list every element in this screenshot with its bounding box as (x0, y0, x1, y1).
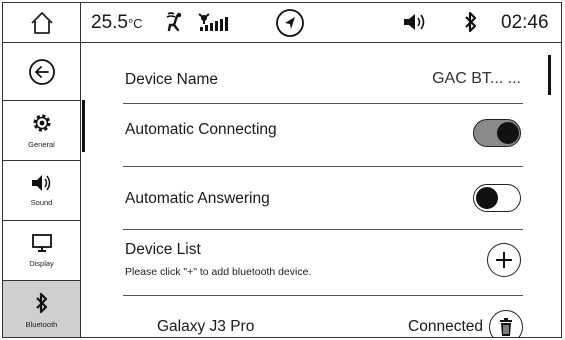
clock: 02:46 (501, 12, 549, 33)
sidebar-item-sound[interactable]: Sound (3, 161, 80, 221)
toggle-knob (496, 121, 519, 144)
device-status: Connected (408, 318, 483, 335)
delete-device-button[interactable] (489, 310, 523, 337)
sidebar-item-general[interactable]: General (3, 101, 80, 161)
sidebar-item-label: Display (29, 259, 54, 268)
temperature-value: 25.5 (91, 12, 128, 33)
automatic-answering-row: Automatic Answering (123, 166, 523, 230)
device-list-hint: Please click "+" to add bluetooth device… (125, 266, 312, 278)
sidebar-item-bluetooth[interactable]: Bluetooth (3, 281, 80, 337)
sidebar-item-display[interactable]: Display (3, 221, 80, 281)
back-button[interactable] (3, 43, 80, 101)
device-name-label: Device Name (125, 71, 219, 88)
plus-icon (496, 252, 512, 268)
gear-icon (33, 114, 50, 132)
add-device-button[interactable] (487, 243, 521, 277)
navigation-icon[interactable] (275, 8, 305, 38)
automatic-connecting-toggle[interactable] (473, 119, 521, 147)
monitor-icon (31, 234, 52, 252)
toggle-knob (475, 186, 498, 209)
sidebar-item-label: General (28, 140, 55, 149)
status-bar: 25.5°C 02:46 (3, 3, 561, 43)
device-list-row: Device List Please click "+" to add blue… (123, 229, 523, 296)
automatic-answering-toggle[interactable] (473, 184, 521, 212)
bluetooth-settings-panel: Device Name GAC BT... ... Automatic Conn… (81, 43, 561, 337)
bluetooth-status-icon (465, 11, 477, 33)
back-arrow-icon (28, 58, 55, 85)
automatic-answering-label: Automatic Answering (125, 190, 270, 207)
bluetooth-icon (35, 292, 47, 314)
fan-speed-icon (198, 13, 228, 31)
temperature-unit: °C (127, 16, 143, 31)
volume-icon (404, 14, 425, 30)
device-name-row[interactable]: Device Name GAC BT... ... (123, 43, 523, 104)
trash-icon (500, 318, 512, 336)
settings-sidebar: General Sound Display Bluetooth (3, 43, 81, 337)
sidebar-item-label: Bluetooth (25, 320, 58, 329)
home-button[interactable] (3, 3, 81, 42)
automatic-connecting-label: Automatic Connecting (125, 121, 277, 138)
speaker-icon (31, 175, 50, 191)
device-list-label: Device List (125, 241, 201, 258)
device-name: Galaxy J3 Pro (157, 318, 255, 335)
infotainment-screen: 25.5°C 02:46 General Sound Display Bluet… (2, 2, 562, 338)
sidebar-item-label: Sound (30, 198, 53, 207)
seat-fan-icon (166, 12, 182, 32)
device-name-value: GAC BT... ... (432, 70, 521, 87)
device-item-row[interactable]: Galaxy J3 Pro Connected (123, 295, 523, 337)
temperature-readout: 25.5°C (91, 12, 143, 34)
home-icon (30, 11, 53, 34)
automatic-connecting-row: Automatic Connecting (123, 103, 523, 167)
